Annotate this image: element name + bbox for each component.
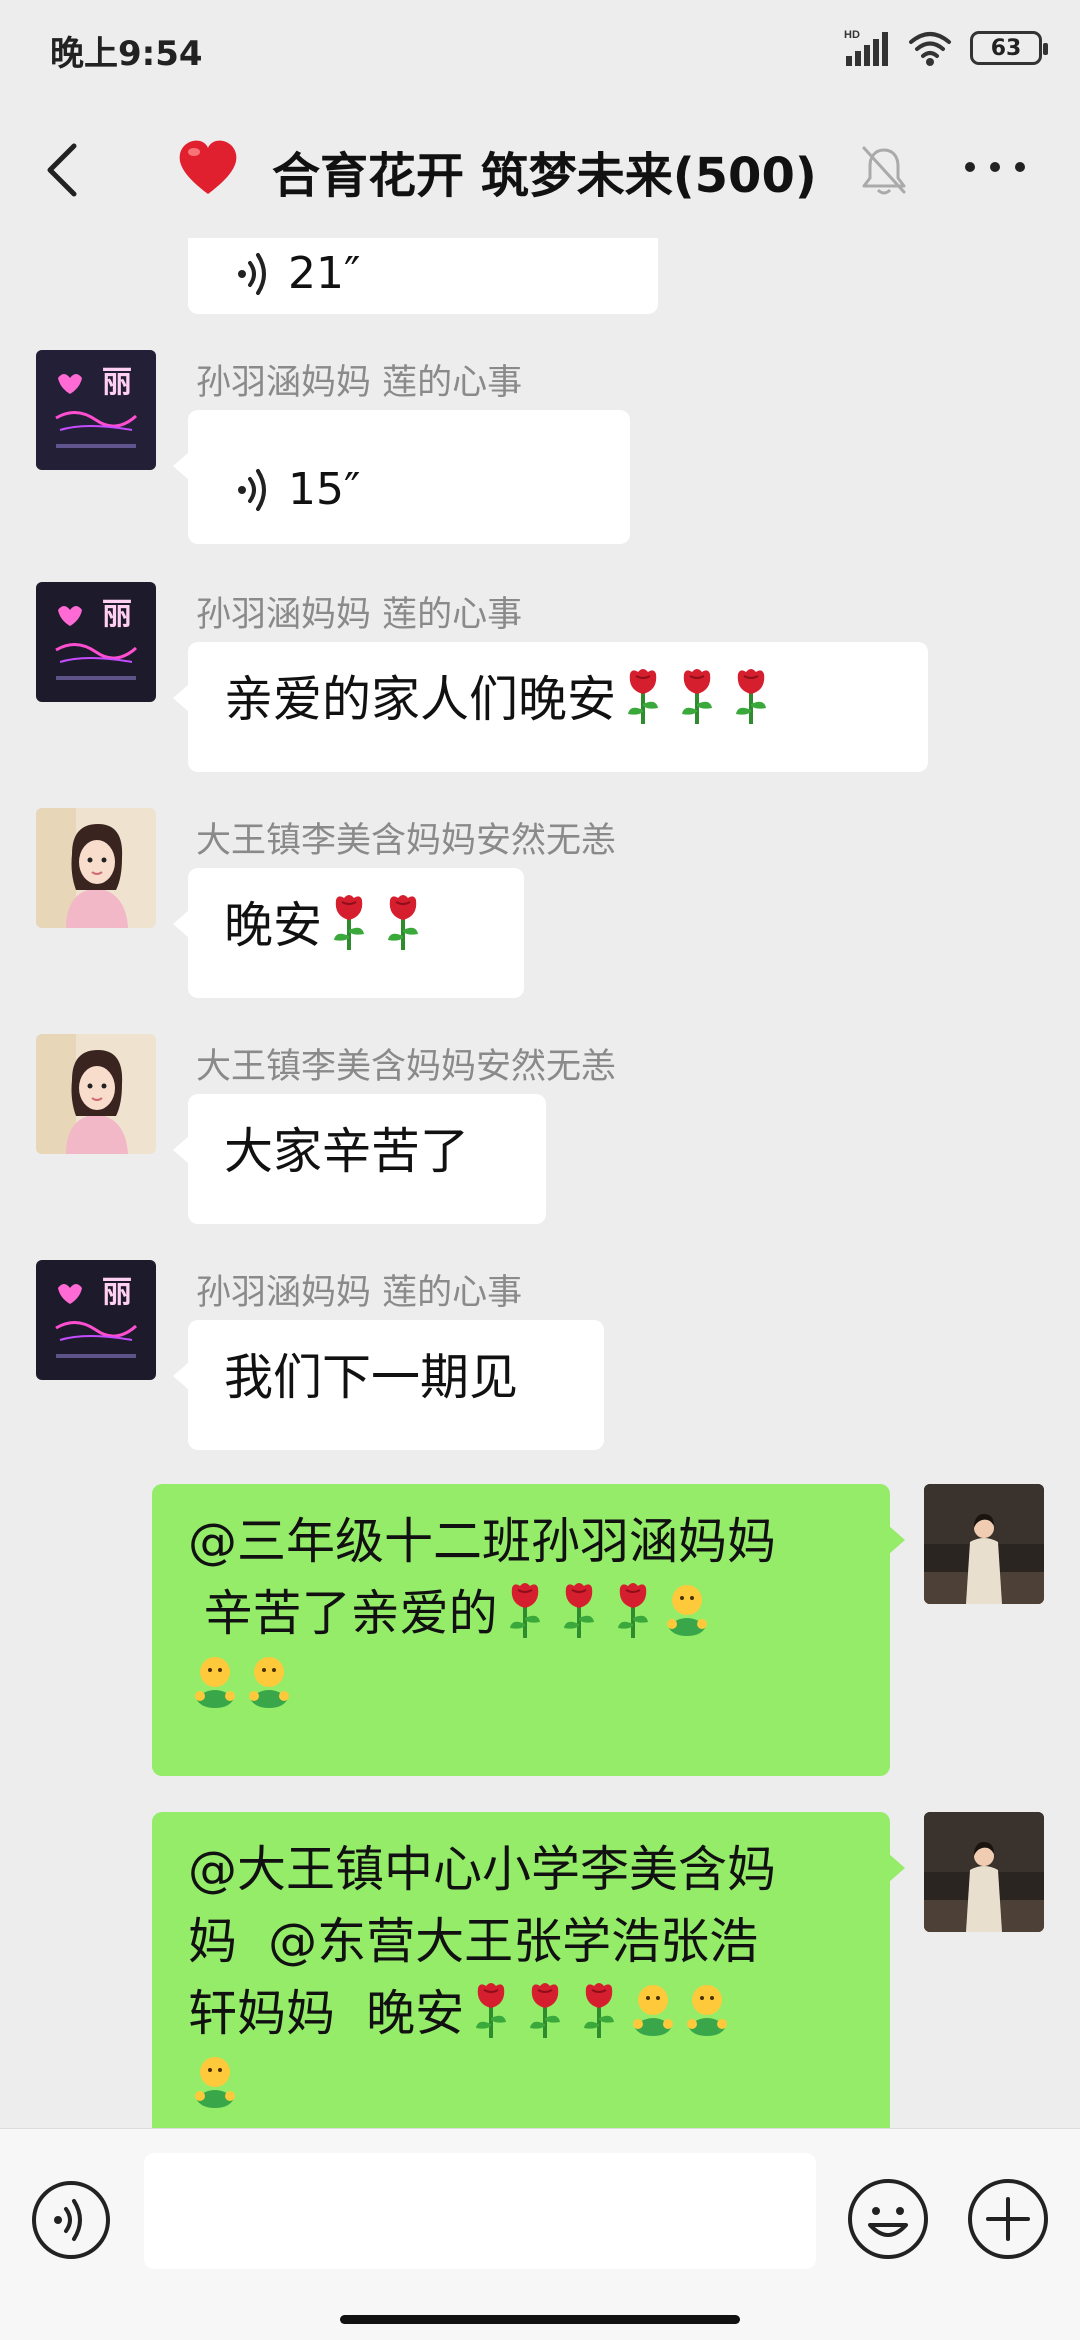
avatar[interactable]: 丽 [36, 582, 156, 702]
back-button[interactable] [34, 138, 94, 202]
avatar-neon-image: 丽 [36, 582, 156, 702]
emoji-button[interactable] [846, 2177, 930, 2261]
rose-emoji-icon [563, 1583, 594, 1638]
avatar-neon-image: 丽 [36, 350, 156, 470]
rose-emoji-icon [617, 1583, 648, 1638]
rose-emoji-icon [682, 669, 713, 724]
sender-name: 孙羽涵妈妈 莲的心事 [196, 595, 523, 635]
message-text: 晚安 [224, 897, 323, 954]
voice-message-bubble[interactable]: 15″ [173, 410, 630, 544]
rose-emoji-icon [736, 669, 767, 724]
rose-emoji-icon [476, 1983, 507, 2038]
svg-text:丽: 丽 [102, 1275, 132, 1310]
voice-wave-icon [238, 469, 266, 511]
voice-wave-icon [238, 253, 266, 295]
message-text: 辛苦了亲爱的 [188, 1585, 498, 1642]
avatar-girl-photo [36, 1034, 156, 1154]
message-text: 亲爱的家人们晚安 [224, 671, 617, 728]
chat-area[interactable]: 21″ 丽 孙羽涵妈妈 莲的心事 15″ 丽 孙羽涵妈妈 莲的心事 亲爱的家人们… [0, 238, 1080, 2128]
avatar[interactable] [36, 808, 156, 928]
message-text: 妈 @东营大王张学浩张浩 [188, 1913, 759, 1970]
outgoing-message-bubble[interactable]: @三年级十二班孙羽涵妈妈 辛苦了亲爱的 [152, 1484, 905, 1776]
message-text: @三年级十二班孙羽涵妈妈 [188, 1513, 777, 1570]
voice-message-bubble[interactable]: 21″ [188, 238, 658, 314]
rose-emoji-icon [628, 669, 659, 724]
rose-emoji-icon [530, 1983, 561, 2038]
avatar[interactable] [36, 1034, 156, 1154]
more-functions-button[interactable] [966, 2177, 1050, 2261]
more-icon[interactable] [960, 152, 1030, 182]
wifi-icon [909, 32, 951, 66]
rose-emoji-icon [509, 1583, 540, 1638]
rose-emoji-icon [388, 895, 419, 950]
my-avatar[interactable] [924, 1812, 1044, 1932]
message-text: 轩妈妈 晚安 [188, 1985, 465, 2042]
hug-emoji-icon [195, 1657, 235, 1708]
voice-duration: 21″ [288, 248, 361, 299]
hug-emoji-icon [687, 1985, 728, 2036]
voice-input-button[interactable] [30, 2179, 112, 2261]
network-type-label: HD [844, 29, 860, 41]
outgoing-message-bubble[interactable]: @大王镇中心小学李美含妈 妈 @东营大王张学浩张浩 轩妈妈 晚安 [152, 1812, 905, 2128]
chat-header: 合育花开 筑梦未来(500) [0, 110, 1080, 230]
sender-name: 孙羽涵妈妈 莲的心事 [196, 363, 523, 403]
sender-name: 孙羽涵妈妈 莲的心事 [196, 1273, 523, 1313]
rose-emoji-icon [584, 1983, 615, 2038]
message-bubble[interactable]: 晚安 [173, 868, 524, 998]
home-indicator[interactable] [340, 2315, 740, 2324]
heart-icon [179, 140, 237, 194]
avatar[interactable]: 丽 [36, 1260, 156, 1380]
svg-text:丽: 丽 [102, 597, 132, 632]
avatar-woman-photo [924, 1812, 1044, 1932]
voice-duration: 15″ [288, 464, 361, 515]
message-text: 大家辛苦了 [224, 1123, 470, 1180]
rose-emoji-icon [334, 895, 365, 950]
input-bar [0, 2128, 1080, 2340]
my-avatar[interactable] [924, 1484, 1044, 1604]
svg-text:丽: 丽 [102, 365, 132, 400]
message-bubble[interactable]: 大家辛苦了 [173, 1094, 546, 1224]
mute-bell-icon [862, 146, 906, 195]
sender-name: 大王镇李美含妈妈安然无恙 [196, 821, 617, 861]
message-text: @大王镇中心小学李美含妈 [188, 1841, 777, 1898]
signal-icon: HD [844, 29, 888, 66]
hug-emoji-icon [195, 2057, 235, 2108]
sender-name: 大王镇李美含妈妈安然无恙 [196, 1047, 617, 1087]
status-bar: 晚上9:54 HD 63 [0, 0, 1080, 100]
chat-screen: 晚上9:54 HD 63 合育花开 筑梦未来(500) 21″ 丽 孙羽涵妈妈 … [0, 0, 1080, 2340]
hug-emoji-icon [633, 1985, 674, 2036]
message-bubble[interactable]: 亲爱的家人们晚安 [173, 642, 928, 772]
hug-emoji-icon [249, 1657, 289, 1708]
status-time: 晚上9:54 [50, 34, 203, 74]
message-input[interactable] [144, 2153, 816, 2269]
group-title: 合育花开 筑梦未来(500) [272, 148, 817, 204]
avatar-neon-image: 丽 [36, 1260, 156, 1380]
battery-level: 63 [990, 35, 1022, 61]
avatar-woman-photo [924, 1484, 1044, 1604]
avatar-girl-photo [36, 808, 156, 928]
hug-emoji-icon [666, 1585, 707, 1636]
status-icons: HD 63 [844, 26, 1048, 70]
message-bubble[interactable]: 我们下一期见 [173, 1320, 604, 1450]
battery-icon: 63 [970, 31, 1048, 65]
avatar[interactable]: 丽 [36, 350, 156, 470]
message-text: 我们下一期见 [224, 1349, 519, 1406]
